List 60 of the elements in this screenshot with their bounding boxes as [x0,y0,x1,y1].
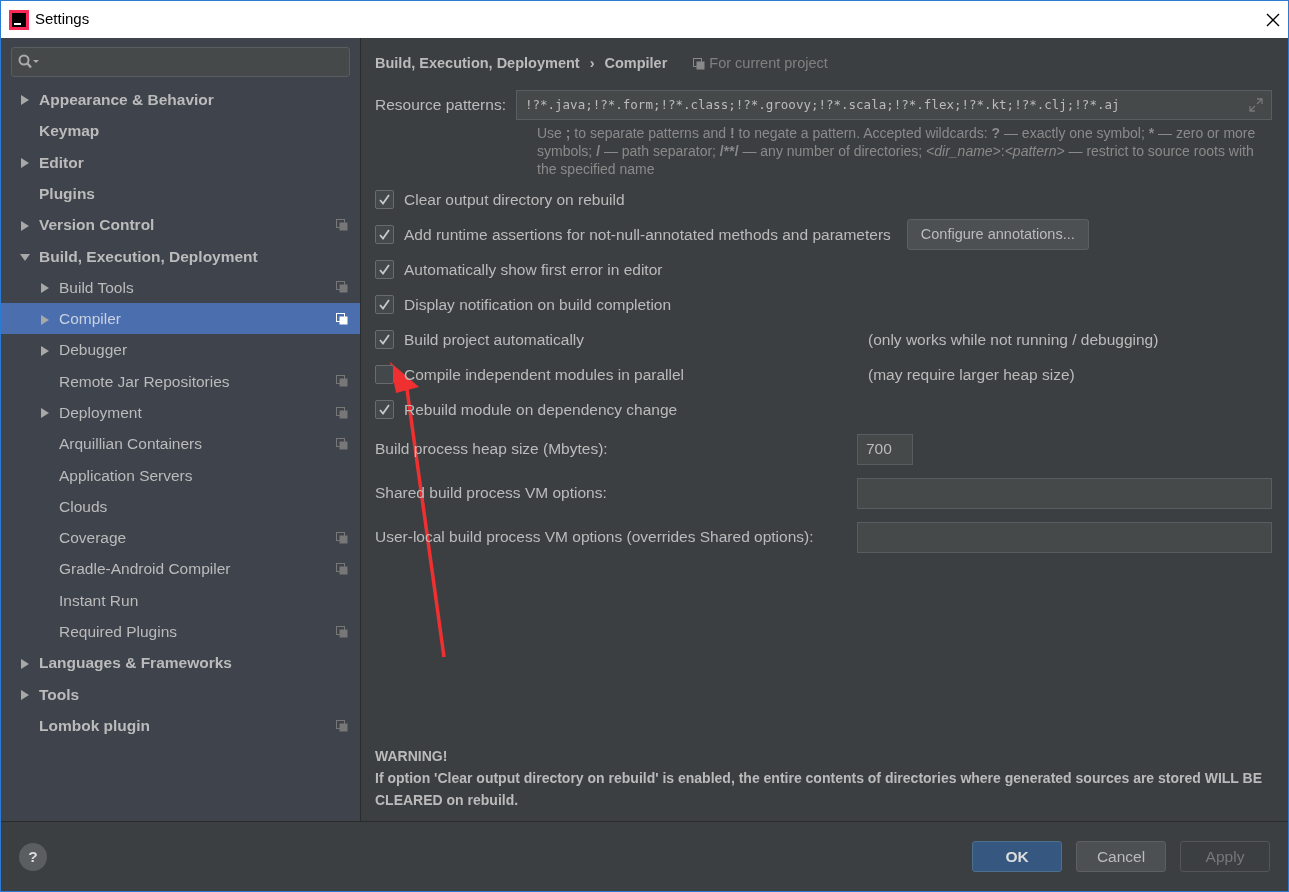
app-logo-icon [9,9,29,30]
search-icon [18,54,40,70]
help-button[interactable]: ? [19,842,47,871]
tree-item[interactable]: Build, Execution, Deployment [1,240,360,272]
tree-item[interactable]: Deployment [1,396,360,429]
tree-item[interactable]: Instant Run [1,584,360,617]
breadcrumb-parent[interactable]: Build, Execution, Deployment [375,53,580,75]
tree-item[interactable]: Build Tools [1,271,360,304]
tree-item[interactable]: Languages & Frameworks [1,647,360,679]
text-field[interactable] [857,521,1272,553]
checkbox-label[interactable]: Automatically show first error in editor [404,257,844,282]
breadcrumb-current: Compiler [604,54,668,74]
tree-item[interactable]: Coverage [1,522,360,554]
tree-item[interactable]: Editor [1,146,360,178]
tree-item[interactable]: Lombok plugin [1,709,360,742]
option-note: (may require larger heap size) [868,364,1075,385]
text-field[interactable]: 700 [857,433,913,465]
close-icon[interactable] [1266,13,1280,28]
search-field[interactable] [11,47,350,77]
checkbox-label[interactable]: Add runtime assertions for not-null-annotated methods and parameters [404,222,891,247]
project-scope-icon [693,58,706,70]
tree-item[interactable]: Compiler [1,303,360,335]
tree-item[interactable]: Plugins [1,177,360,210]
checkbox-label[interactable]: Display notification on build completion [404,292,844,317]
warning-title: WARNING! [375,747,449,766]
tree-item[interactable]: Debugger [1,334,360,366]
dialog-button[interactable]: OK [972,841,1062,872]
tree-item[interactable]: Version Control [1,209,360,241]
tree-item[interactable]: Gradle-Android Compiler [1,553,360,585]
scope-label: For current project [709,54,828,74]
warning-text: If option 'Clear output directory on rebuild' is enabled, the entire contents of directories where generated sources are stored WILL BE CLEARED on rebuild. [375,769,1263,810]
tree-item[interactable]: Clouds [1,490,360,523]
tree-item[interactable]: Remote Jar Repositories [1,365,360,397]
expand-arrow-icon[interactable] [39,282,51,295]
expand-arrow-icon[interactable] [19,689,31,702]
text-field[interactable] [857,477,1272,509]
field-label: Resource patterns: [375,95,506,116]
expand-arrow-icon[interactable] [19,157,31,170]
configure-annotations-button[interactable]: Configure annotations... [906,218,1089,251]
expand-arrow-icon[interactable] [19,94,31,107]
checkbox-label[interactable]: Compile independent modules in parallel [404,362,844,387]
window-title: Settings [35,9,90,30]
tree-item[interactable]: Tools [1,678,360,710]
dialog-button[interactable]: Cancel [1076,841,1166,872]
checkbox-label[interactable]: Clear output directory on rebuild [404,187,844,212]
hint-text: Use ; to separate patterns and ! to negate a pattern. Accepted wildcards: ? — exactly one symbol; * — zero or more symbols; / — path separator; /**/ — any number of directories; <dir_name>:<pattern> — restrict to source roots with the specified name [537,124,1257,178]
resource-patterns-field[interactable]: !?*.java;!?*.form;!?*.class;!?*.groovy;!?*.scala;!?*.flex;!?*.kt;!?*.clj;!?*.aj [515,90,1272,120]
tree-item[interactable]: Keymap [1,115,360,147]
tree-item[interactable]: Required Plugins [1,616,360,648]
breadcrumb-separator: › [589,54,595,74]
checkbox[interactable] [375,365,394,384]
checkbox-label[interactable]: Build project automatically [404,327,844,352]
tree-item[interactable]: Appearance & Behavior [1,84,360,116]
tree-item[interactable]: Application Servers [1,459,360,491]
tree-item[interactable]: Arquillian Containers [1,428,360,460]
expand-arrow-icon[interactable] [19,657,31,670]
expand-arrow-icon[interactable] [39,344,51,357]
option-note: (only works while not running / debugging) [868,329,1159,350]
expand-arrow-icon[interactable] [19,219,31,232]
expand-arrow-icon[interactable] [39,407,51,420]
